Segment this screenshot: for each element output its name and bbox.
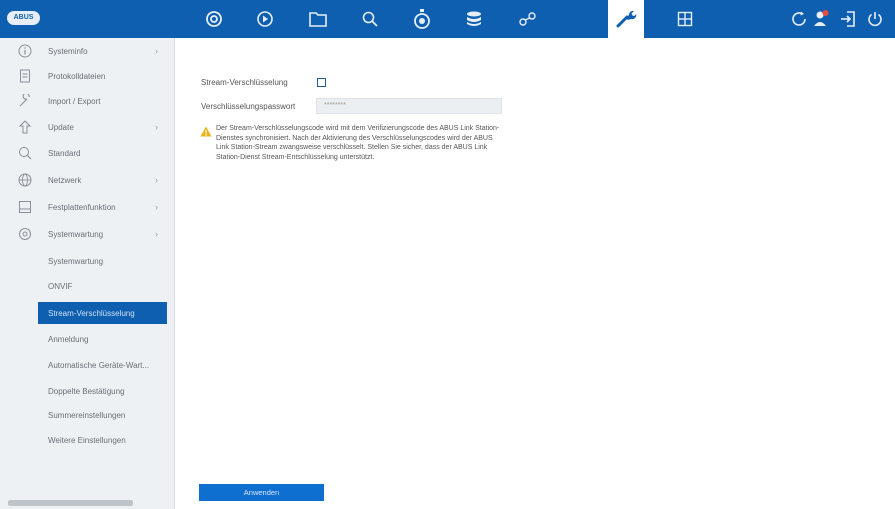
sidebar-item-update[interactable]: Update › bbox=[0, 116, 175, 138]
camera-icon[interactable] bbox=[196, 0, 232, 38]
sub-item-label: ONVIF bbox=[48, 281, 73, 291]
sub-item-buzzer[interactable]: Summereinstellungen bbox=[38, 404, 167, 426]
sidebar-item-network[interactable]: Netzwerk › bbox=[0, 169, 175, 191]
encryption-checkbox[interactable] bbox=[317, 78, 326, 87]
top-navigation-bar: ABUS bbox=[0, 0, 895, 38]
password-field[interactable]: ******** bbox=[316, 98, 502, 114]
sub-item-onvif[interactable]: ONVIF bbox=[38, 275, 167, 297]
network-icon[interactable] bbox=[510, 0, 546, 38]
warning-text: Der Stream-Verschlüsselungscode wird mit… bbox=[216, 125, 500, 161]
alarm-icon[interactable] bbox=[404, 0, 440, 38]
apply-button[interactable]: Anwenden bbox=[199, 484, 324, 501]
sidebar-item-label: Systemwartung bbox=[48, 229, 104, 239]
sidebar-item-maintenance[interactable]: Systemwartung › bbox=[0, 223, 175, 245]
sidebar-item-label: Netzwerk bbox=[48, 175, 82, 185]
storage-icon[interactable] bbox=[456, 0, 492, 38]
log-file-icon bbox=[18, 69, 32, 83]
sub-item-login[interactable]: Anmeldung bbox=[38, 328, 167, 350]
sidebar-item-import-export[interactable]: Import / Export bbox=[0, 90, 175, 112]
sidebar: Systeminfo › Protokolldateien Import / E… bbox=[0, 38, 175, 509]
search-icon[interactable] bbox=[352, 0, 388, 38]
sub-item-more-settings[interactable]: Weitere Einstellungen bbox=[38, 429, 167, 451]
sub-item-systemwartung[interactable]: Systemwartung bbox=[38, 250, 167, 272]
chevron-down-icon: › bbox=[155, 229, 158, 239]
chevron-right-icon: › bbox=[155, 122, 158, 132]
maintenance-icon bbox=[18, 227, 32, 241]
sidebar-item-systeminfo[interactable]: Systeminfo › bbox=[0, 40, 175, 62]
sidebar-item-standard[interactable]: Standard bbox=[0, 142, 175, 164]
default-icon bbox=[18, 146, 32, 160]
sidebar-item-logs[interactable]: Protokolldateien bbox=[0, 65, 175, 87]
tools-icon[interactable] bbox=[608, 0, 644, 38]
import-export-icon bbox=[18, 94, 32, 108]
upload-icon bbox=[18, 120, 32, 134]
sub-item-double-confirm[interactable]: Doppelte Bestätigung bbox=[38, 380, 167, 402]
chevron-right-icon: › bbox=[155, 175, 158, 185]
sidebar-item-label: Systeminfo bbox=[48, 46, 88, 56]
password-label: Verschlüsselungspasswort bbox=[201, 102, 296, 111]
sub-item-auto-maintenance[interactable]: Automatische Geräte-Wart... bbox=[38, 354, 167, 376]
sidebar-item-label: Protokolldateien bbox=[48, 71, 106, 81]
sub-item-stream-encryption[interactable]: Stream-Verschlüsselung bbox=[38, 302, 167, 324]
sub-item-label: Automatische Geräte-Wart... bbox=[48, 360, 150, 370]
sidebar-scrollbar[interactable] bbox=[8, 500, 133, 506]
sidebar-item-label: Update bbox=[48, 122, 74, 132]
playback-icon[interactable] bbox=[247, 0, 283, 38]
info-icon bbox=[18, 44, 32, 58]
sidebar-item-label: Festplattenfunktion bbox=[48, 202, 116, 212]
chevron-right-icon: › bbox=[155, 202, 158, 212]
folder-icon[interactable] bbox=[300, 0, 336, 38]
sub-item-label: Stream-Verschlüsselung bbox=[48, 308, 135, 318]
layout-icon[interactable] bbox=[667, 0, 703, 38]
power-icon[interactable] bbox=[857, 0, 893, 38]
disk-icon bbox=[18, 200, 32, 214]
sub-item-label: Weitere Einstellungen bbox=[48, 435, 126, 445]
sub-item-label: Doppelte Bestätigung bbox=[48, 386, 125, 396]
sub-item-label: Anmeldung bbox=[48, 334, 89, 344]
sub-item-label: Summereinstellungen bbox=[48, 410, 126, 420]
sidebar-item-disk[interactable]: Festplattenfunktion › bbox=[0, 196, 175, 218]
sidebar-item-label: Standard bbox=[48, 148, 81, 158]
chevron-right-icon: › bbox=[155, 46, 158, 56]
encryption-label: Stream-Verschlüsselung bbox=[201, 78, 288, 87]
warning-icon bbox=[200, 126, 212, 137]
globe-icon bbox=[18, 173, 32, 187]
abus-logo: ABUS bbox=[7, 11, 40, 25]
main-panel: Stream-Verschlüsselung Verschlüsselungsp… bbox=[176, 38, 895, 509]
sidebar-item-label: Import / Export bbox=[48, 96, 101, 106]
sub-item-label: Systemwartung bbox=[48, 256, 104, 266]
